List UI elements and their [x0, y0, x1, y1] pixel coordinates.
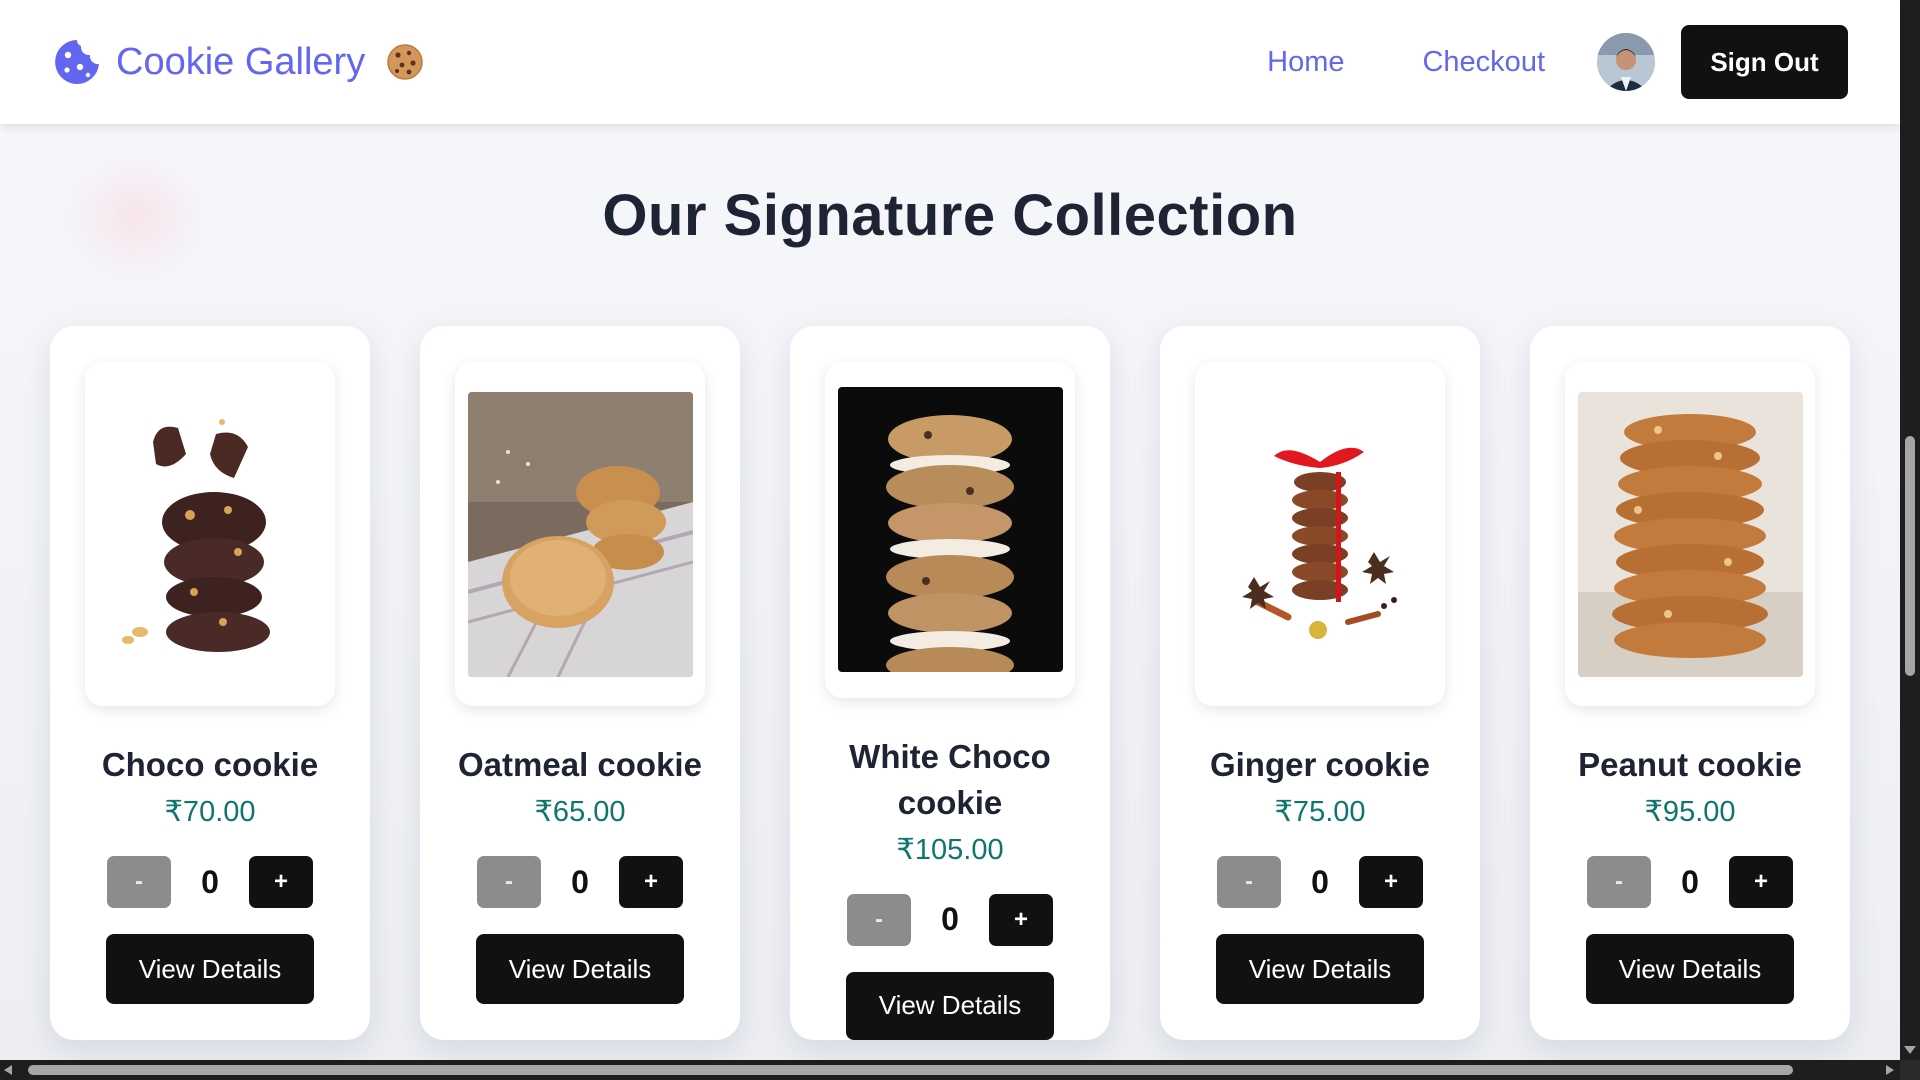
cookie-bite-icon — [55, 40, 99, 84]
decrease-quantity-button[interactable]: - — [1217, 856, 1281, 908]
quantity-value: 0 — [1311, 863, 1329, 900]
view-details-button[interactable]: View Details — [106, 934, 314, 1004]
nav-checkout-link[interactable]: Checkout — [1422, 46, 1545, 79]
product-image-frame — [85, 362, 335, 706]
quantity-value: 0 — [571, 863, 589, 900]
sign-out-button[interactable]: Sign Out — [1681, 25, 1848, 99]
quantity-stepper: - 0 + — [107, 856, 313, 908]
increase-quantity-button[interactable]: + — [1729, 856, 1793, 908]
product-card: Oatmeal cookie ₹65.00 - 0 + View Details — [420, 326, 740, 1040]
product-price: ₹105.00 — [896, 833, 1004, 866]
top-navbar: Cookie Gallery Home Checkout Sign Out — [0, 0, 1900, 124]
product-price: ₹65.00 — [534, 796, 626, 828]
vertical-scrollbar-thumb[interactable] — [1905, 436, 1915, 676]
product-name: Ginger cookie — [1209, 746, 1431, 783]
product-price: ₹75.00 — [1274, 796, 1366, 828]
section-title: Our Signature Collection — [602, 183, 1298, 248]
product-card: White Choco cookie ₹105.00 - 0 + View De… — [790, 326, 1110, 1040]
product-price: ₹70.00 — [164, 796, 256, 828]
scroll-down-arrow-icon[interactable] — [1904, 1046, 1916, 1054]
increase-quantity-button[interactable]: + — [1359, 856, 1423, 908]
product-name: White Choco cookie — [849, 737, 1051, 821]
product-grid: Choco cookie ₹70.00 - 0 + View Details O… — [50, 326, 1850, 1040]
product-image-frame — [825, 362, 1075, 698]
quantity-value: 0 — [201, 863, 219, 900]
horizontal-scrollbar[interactable] — [0, 1060, 1900, 1080]
brand-name: Cookie Gallery — [116, 40, 366, 83]
quantity-stepper: - 0 + — [847, 893, 1053, 946]
decrease-quantity-button[interactable]: - — [107, 856, 171, 908]
product-name: Oatmeal cookie — [458, 746, 702, 783]
product-image-frame — [455, 362, 705, 706]
product-image-frame — [1565, 362, 1815, 706]
quantity-stepper: - 0 + — [477, 856, 683, 908]
nav-links: Home Checkout Sign Out — [1267, 25, 1848, 99]
product-name: Peanut cookie — [1578, 746, 1802, 783]
product-card: Peanut cookie ₹95.00 - 0 + View Details — [1530, 326, 1850, 1040]
view-details-button[interactable]: View Details — [846, 971, 1054, 1040]
ginger-cookie-image[interactable] — [1207, 391, 1433, 677]
decrease-quantity-button[interactable]: - — [847, 893, 911, 946]
nav-home-link[interactable]: Home — [1267, 46, 1344, 79]
product-card: Choco cookie ₹70.00 - 0 + View Details — [50, 326, 370, 1040]
product-price: ₹95.00 — [1644, 796, 1736, 828]
quantity-stepper: - 0 + — [1587, 856, 1793, 908]
white-choco-cookie-image[interactable] — [837, 387, 1063, 673]
product-name: Choco cookie — [101, 746, 319, 783]
decrease-quantity-button[interactable]: - — [477, 856, 541, 908]
cookie-emoji-icon — [387, 44, 423, 80]
decrease-quantity-button[interactable]: - — [1587, 856, 1651, 908]
product-card: Ginger cookie ₹75.00 - 0 + View Details — [1160, 326, 1480, 1040]
horizontal-scrollbar-thumb[interactable] — [28, 1065, 1793, 1075]
user-avatar[interactable] — [1597, 33, 1655, 91]
product-image-frame — [1195, 362, 1445, 706]
scroll-right-arrow-icon[interactable] — [1886, 1065, 1894, 1075]
view-details-button[interactable]: View Details — [476, 934, 684, 1004]
vertical-scrollbar[interactable] — [1900, 0, 1920, 1080]
oatmeal-cookie-image[interactable] — [467, 391, 693, 677]
avatar-photo-icon — [1597, 33, 1655, 91]
view-details-button[interactable]: View Details — [1586, 934, 1794, 1004]
increase-quantity-button[interactable]: + — [619, 856, 683, 908]
scrollbar-corner — [1900, 1060, 1920, 1080]
view-details-button[interactable]: View Details — [1216, 934, 1424, 1004]
quantity-value: 0 — [1681, 863, 1699, 900]
peanut-cookie-image[interactable] — [1577, 391, 1803, 677]
scroll-left-arrow-icon[interactable] — [4, 1065, 12, 1075]
choco-cookie-image[interactable] — [97, 391, 323, 677]
increase-quantity-button[interactable]: + — [989, 893, 1053, 946]
quantity-value: 0 — [941, 901, 959, 938]
increase-quantity-button[interactable]: + — [249, 856, 313, 908]
brand[interactable]: Cookie Gallery — [52, 37, 425, 87]
quantity-stepper: - 0 + — [1217, 856, 1423, 908]
